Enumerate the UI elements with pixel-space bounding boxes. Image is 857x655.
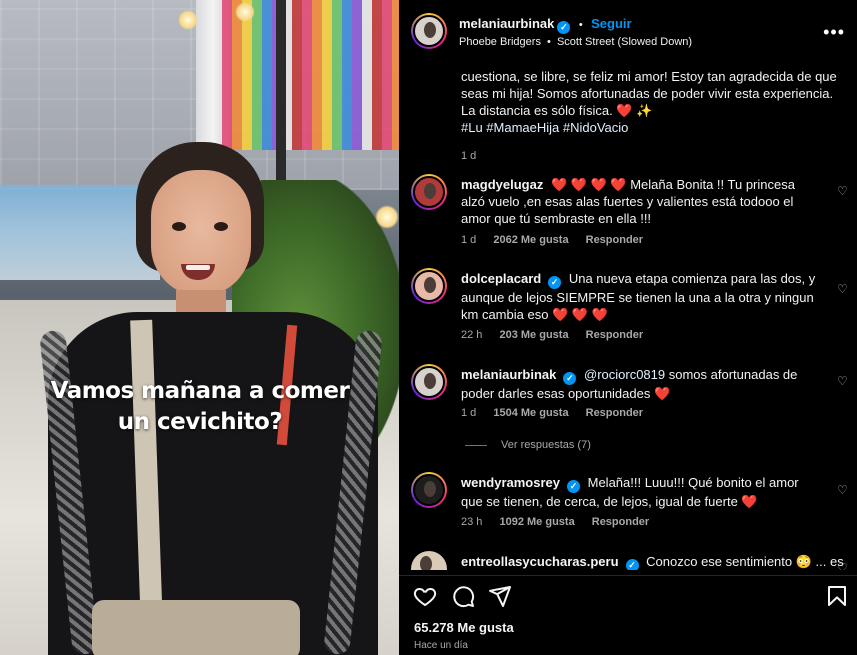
author-username[interactable]: melaniaurbinak	[459, 16, 554, 31]
post-media[interactable]: Vamos mañana a comer un cevichito?	[0, 0, 399, 655]
reply-button[interactable]: Responder	[592, 516, 649, 528]
verified-badge-icon: ✓	[567, 480, 580, 493]
view-replies-label: Ver respuestas (7)	[501, 439, 591, 451]
commenter-username[interactable]: dolceplacard	[461, 271, 541, 286]
view-replies-button[interactable]: Ver respuestas (7)	[465, 439, 591, 451]
heart-outline-icon[interactable]: ♡	[837, 374, 849, 388]
comment-meta: 1 d 2062 Me gusta Responder	[461, 234, 657, 246]
music-artist: Phoebe Bridgers	[459, 36, 541, 48]
caption-time: 1 d	[461, 150, 477, 162]
crossbody-bag	[92, 600, 300, 655]
comment-body: wendyramosrey ✓ Melaña!!! Luuu!!! Qué bon…	[461, 474, 821, 510]
caption-hashtags[interactable]: #Lu #MamaeHija #NidoVacio	[461, 120, 628, 135]
comment-time: 1 d	[461, 407, 477, 419]
commenter-avatar[interactable]	[411, 364, 447, 400]
action-bar	[399, 575, 857, 615]
more-options-icon[interactable]: •••	[823, 22, 845, 43]
separator: •	[578, 19, 583, 31]
person-eye	[172, 222, 186, 231]
comment-body: entreollasycucharas.peru ✓ Conozco ese se…	[461, 553, 844, 570]
comment-item: melaniaurbinak ✓ @rociorc0819 somos afort…	[399, 364, 857, 424]
comment-likes[interactable]: 203 Me gusta	[499, 329, 568, 341]
commenter-avatar[interactable]	[411, 472, 447, 508]
post-side-panel: melaniaurbinak ✓ • Seguir Phoebe Bridgers…	[399, 0, 857, 655]
share-icon[interactable]	[488, 584, 512, 608]
comment-body: dolceplacard ✓ Una nueva etapa comienza p…	[461, 270, 821, 323]
comment-meta: 23 h 1092 Me gusta Responder	[461, 516, 663, 528]
follow-button[interactable]: Seguir	[591, 16, 631, 31]
comment-meta: 1 d 1504 Me gusta Responder	[461, 407, 657, 419]
comment-likes[interactable]: 1504 Me gusta	[493, 407, 568, 419]
author-avatar[interactable]	[411, 13, 447, 49]
commenter-avatar[interactable]	[411, 174, 447, 210]
photo-caption-overlay: Vamos mañana a comer un cevichito?	[50, 378, 350, 435]
post-time-ago: Hace un día	[414, 640, 468, 651]
post-header: melaniaurbinak ✓ • Seguir Phoebe Bridgers…	[399, 0, 857, 62]
commenter-username[interactable]: entreollasycucharas.peru	[461, 554, 619, 569]
comment-time: 23 h	[461, 516, 483, 528]
comment-time: 22 h	[461, 329, 483, 341]
person-in-photo	[0, 0, 399, 655]
comment-likes[interactable]: 2062 Me gusta	[493, 234, 568, 246]
verified-badge-icon: ✓	[625, 559, 639, 570]
commenter-username[interactable]: melaniaurbinak	[461, 367, 556, 382]
comment-item: dolceplacard ✓ Una nueva etapa comienza p…	[399, 268, 857, 348]
reply-button[interactable]: Responder	[586, 329, 643, 341]
comment-item: entreollasycucharas.peru ✓ Conozco ese se…	[399, 551, 857, 570]
comment-text: Conozco ese sentimiento 😳 ... es	[646, 554, 844, 569]
reply-button[interactable]: Responder	[586, 407, 643, 419]
comment-time: 1 d	[461, 234, 477, 246]
comment-item: wendyramosrey ✓ Melaña!!! Luuu!!! Qué bon…	[399, 472, 857, 532]
comment-icon[interactable]	[451, 584, 475, 608]
comment-prefix: ❤️ ❤️ ❤️ ❤️	[550, 177, 627, 192]
comments-scroll-area[interactable]: cuestiona, se libre, se feliz mi amor! E…	[399, 62, 857, 570]
heart-icon[interactable]	[413, 584, 437, 608]
comment-body: melaniaurbinak ✓ @rociorc0819 somos afort…	[461, 366, 821, 402]
verified-badge-icon: ✓	[548, 276, 562, 289]
heart-outline-icon[interactable]: ♡	[837, 483, 849, 497]
comment-meta: 22 h 203 Me gusta Responder	[461, 329, 657, 341]
commenter-username[interactable]: magdyelugaz	[461, 177, 543, 192]
heart-outline-icon[interactable]: ♡	[837, 282, 849, 296]
verified-badge-icon: ✓	[563, 372, 577, 385]
author-line: melaniaurbinak ✓ • Seguir	[459, 15, 632, 34]
post-likes-count[interactable]: 65.278 Me gusta	[414, 620, 514, 635]
comment-mention[interactable]: @rociorc0819	[584, 367, 665, 382]
music-info[interactable]: Phoebe Bridgers • Scott Street (Slowed D…	[459, 36, 692, 48]
comment-item: magdyelugaz ❤️ ❤️ ❤️ ❤️ Melaña Bonita !!…	[399, 174, 857, 254]
bookmark-icon[interactable]	[825, 584, 849, 608]
commenter-username[interactable]: wendyramosrey	[461, 475, 560, 490]
replies-divider	[465, 444, 487, 446]
comment-likes[interactable]: 1092 Me gusta	[499, 516, 574, 528]
reply-button[interactable]: Responder	[586, 234, 643, 246]
commenter-avatar[interactable]	[411, 268, 447, 304]
person-eye	[214, 222, 228, 231]
commenter-avatar[interactable]	[411, 551, 447, 570]
comment-body: magdyelugaz ❤️ ❤️ ❤️ ❤️ Melaña Bonita !!…	[461, 176, 821, 227]
heart-outline-icon[interactable]: ♡	[837, 184, 849, 198]
verified-badge-icon: ✓	[557, 21, 571, 34]
post-caption: cuestiona, se libre, se feliz mi amor! E…	[461, 68, 841, 165]
music-track: Scott Street (Slowed Down)	[556, 36, 693, 48]
caption-text: cuestiona, se libre, se feliz mi amor! E…	[461, 69, 837, 118]
heart-outline-icon[interactable]: ♡	[837, 561, 849, 570]
